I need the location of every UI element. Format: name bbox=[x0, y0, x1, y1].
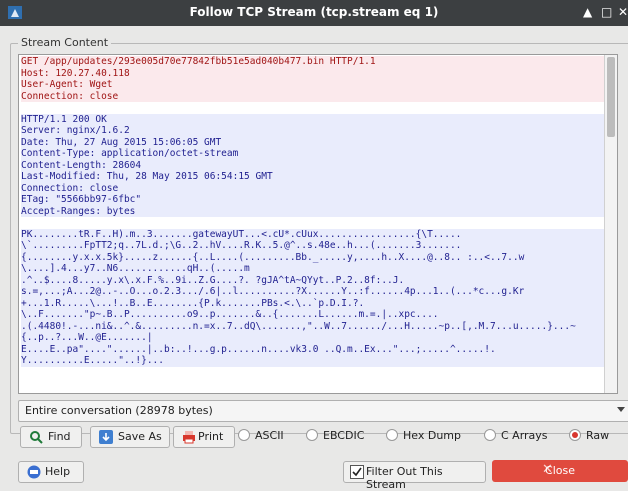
server-stream-line: Last-Modified: Thu, 28 May 2015 06:54:15… bbox=[21, 171, 615, 183]
server-stream-line: PK........tR.F..H).m..3.......gatewayUT.… bbox=[21, 228, 615, 240]
radio-ascii[interactable] bbox=[238, 429, 250, 441]
magnifier-icon bbox=[30, 431, 43, 444]
server-stream-line: HTTP/1.1 200 OK bbox=[21, 113, 615, 125]
client-stream-line: Host: 120.27.40.118 bbox=[21, 67, 615, 79]
server-stream-line: ETag: "5566bb97-6fbc" bbox=[21, 194, 615, 206]
conversation-select-value: Entire conversation (28978 bytes) bbox=[25, 404, 213, 417]
save-as-button-label: Save As bbox=[118, 430, 162, 443]
client-stream-line: Connection: close bbox=[21, 90, 615, 102]
server-stream-line: \`.........FpTT2;q..7L.d.;\G..2..hV....R… bbox=[21, 240, 615, 252]
close-button-label: Close bbox=[545, 464, 575, 477]
server-stream-line: \....].4...y7..N6............qH..(.....m bbox=[21, 263, 615, 275]
chevron-down-icon bbox=[617, 407, 625, 412]
close-button[interactable]: ✕ Close bbox=[492, 460, 628, 482]
stream-content-label: Stream Content bbox=[18, 36, 112, 49]
server-stream-line: Connection: close bbox=[21, 182, 615, 194]
radio-hex-dump[interactable] bbox=[386, 429, 398, 441]
scrollbar-thumb[interactable] bbox=[607, 57, 615, 137]
server-stream-line: .^..$....8.....y.x\.x.F.%..9i..Z.G....?.… bbox=[21, 274, 615, 286]
help-icon bbox=[27, 465, 41, 479]
format-option-label: C Arrays bbox=[501, 429, 548, 442]
stream-blank-line bbox=[21, 102, 615, 114]
radio-c-arrays[interactable] bbox=[484, 429, 496, 441]
server-stream-line: Content-Length: 28604 bbox=[21, 159, 615, 171]
save-down-arrow-icon bbox=[99, 430, 113, 444]
print-button-label: Print bbox=[198, 430, 224, 443]
server-stream-line: Server: nginx/1.6.2 bbox=[21, 125, 615, 137]
stream-text-view[interactable]: GET /app/updates/293e005d70e77842fbb51e5… bbox=[18, 54, 618, 394]
client-stream-line: GET /app/updates/293e005d70e77842fbb51e5… bbox=[21, 56, 615, 68]
find-button-label: Find bbox=[48, 430, 71, 443]
stream-blank-line bbox=[21, 217, 615, 229]
save-as-button[interactable]: Save As bbox=[90, 426, 170, 448]
server-stream-line: .(.4480!.-...ni&..^.&.........n.=x..7..d… bbox=[21, 320, 615, 332]
print-button[interactable]: Print bbox=[173, 426, 235, 448]
maximize-icon[interactable]: ▲ bbox=[583, 5, 592, 19]
restore-icon[interactable]: □ bbox=[601, 5, 612, 19]
printer-icon bbox=[183, 431, 195, 444]
server-stream-line: E....E..pa"...."......|..b:..!...g.p....… bbox=[21, 343, 615, 355]
server-stream-line: Y..........E....."..!}... bbox=[21, 355, 615, 367]
conversation-select[interactable]: Entire conversation (28978 bytes) bbox=[18, 400, 628, 422]
window-titlebar: Follow TCP Stream (tcp.stream eq 1) ▲ □ … bbox=[0, 0, 628, 26]
help-button-label: Help bbox=[45, 465, 71, 478]
server-stream-line: +...1.R.....\...!..B..E........{P.k.....… bbox=[21, 297, 615, 309]
checked-checkbox-icon bbox=[350, 465, 364, 479]
format-option-label: EBCDIC bbox=[323, 429, 365, 442]
server-stream-line: {..p..?...W..@E.......| bbox=[21, 332, 615, 344]
server-stream-line: s.=,...;A...2@..-..O...o.2.3.../.6|..l..… bbox=[21, 286, 615, 298]
format-option-label: Raw bbox=[586, 429, 610, 442]
window-title: Follow TCP Stream (tcp.stream eq 1) bbox=[189, 5, 439, 19]
radio-ebcdic[interactable] bbox=[306, 429, 318, 441]
close-icon[interactable]: ✕ bbox=[618, 5, 628, 19]
server-stream-line: Date: Thu, 27 Aug 2015 15:06:05 GMT bbox=[21, 136, 615, 148]
server-stream-line: \..F......."p~.B..P..........o9..p......… bbox=[21, 309, 615, 321]
server-stream-line: Content-Type: application/octet-stream bbox=[21, 148, 615, 160]
filter-out-stream-button[interactable]: Filter Out This Stream bbox=[343, 461, 486, 491]
server-stream-line: Accept-Ranges: bytes bbox=[21, 205, 615, 217]
help-button[interactable]: Help bbox=[18, 461, 84, 483]
format-option-label: ASCII bbox=[255, 429, 284, 442]
radio-raw-selected[interactable] bbox=[569, 429, 581, 441]
stream-text: GET /app/updates/293e005d70e77842fbb51e5… bbox=[19, 55, 617, 368]
vertical-scrollbar[interactable] bbox=[604, 55, 617, 393]
find-button[interactable]: Find bbox=[20, 426, 82, 448]
client-stream-line: User-Agent: Wget bbox=[21, 79, 615, 91]
filter-out-button-label: Filter Out This Stream bbox=[366, 465, 443, 491]
server-stream-line: {........y.x.x.5k}.....z......{..L....(.… bbox=[21, 251, 615, 263]
format-option-label: Hex Dump bbox=[403, 429, 461, 442]
